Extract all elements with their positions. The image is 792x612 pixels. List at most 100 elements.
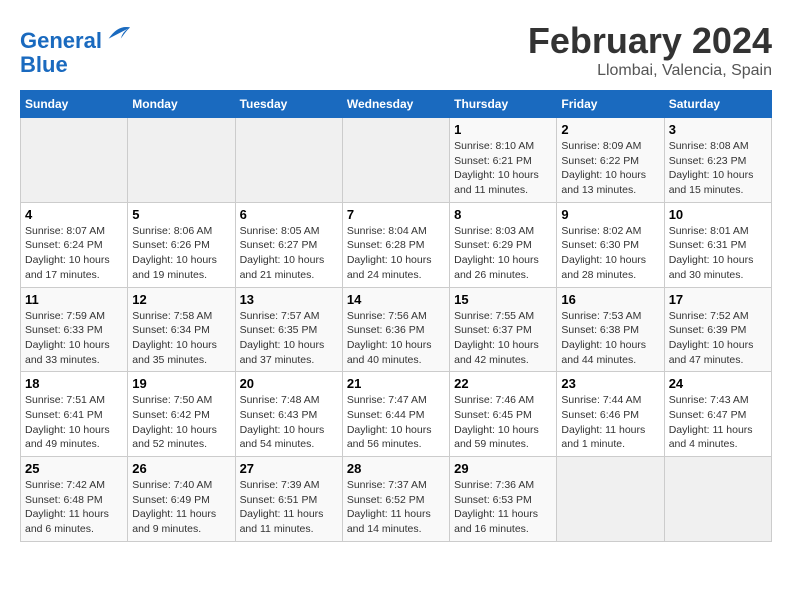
logo-bird-icon [104,20,132,48]
calendar-cell: 17 Sunrise: 7:52 AMSunset: 6:39 PMDayligh… [664,287,771,372]
day-info: Sunrise: 7:51 AMSunset: 6:41 PMDaylight:… [25,393,123,452]
day-number: 3 [669,122,767,137]
weekday-header: Thursday [450,91,557,118]
day-number: 10 [669,207,767,222]
day-info: Sunrise: 7:52 AMSunset: 6:39 PMDaylight:… [669,309,767,368]
day-number: 18 [25,376,123,391]
day-number: 15 [454,292,552,307]
calendar-body: 1 Sunrise: 8:10 AMSunset: 6:21 PMDaylight… [21,118,772,542]
calendar-cell: 1 Sunrise: 8:10 AMSunset: 6:21 PMDaylight… [450,118,557,203]
calendar-cell: 3 Sunrise: 8:08 AMSunset: 6:23 PMDaylight… [664,118,771,203]
day-info: Sunrise: 8:05 AMSunset: 6:27 PMDaylight:… [240,224,338,283]
day-number: 19 [132,376,230,391]
calendar-cell: 22Sunrise: 7:46 AMSunset: 6:45 PMDayligh… [450,372,557,457]
day-info: Sunrise: 8:10 AMSunset: 6:21 PMDaylight:… [454,139,552,198]
day-info: Sunrise: 7:48 AMSunset: 6:43 PMDaylight:… [240,393,338,452]
weekday-header: Saturday [664,91,771,118]
calendar-table: SundayMondayTuesdayWednesdayThursdayFrid… [20,90,772,542]
day-info: Sunrise: 7:47 AMSunset: 6:44 PMDaylight:… [347,393,445,452]
day-number: 6 [240,207,338,222]
weekday-header: Friday [557,91,664,118]
calendar-cell [664,457,771,542]
calendar-week-row: 4 Sunrise: 8:07 AMSunset: 6:24 PMDaylight… [21,202,772,287]
calendar-header: SundayMondayTuesdayWednesdayThursdayFrid… [21,91,772,118]
weekday-header: Monday [128,91,235,118]
weekday-header: Tuesday [235,91,342,118]
logo-blue: Blue [20,52,68,77]
day-number: 22 [454,376,552,391]
day-number: 17 [669,292,767,307]
weekday-header: Wednesday [342,91,449,118]
day-number: 25 [25,461,123,476]
day-number: 26 [132,461,230,476]
calendar-week-row: 1 Sunrise: 8:10 AMSunset: 6:21 PMDaylight… [21,118,772,203]
day-number: 29 [454,461,552,476]
day-info: Sunrise: 7:56 AMSunset: 6:36 PMDaylight:… [347,309,445,368]
day-info: Sunrise: 7:36 AMSunset: 6:53 PMDaylight:… [454,478,552,537]
day-info: Sunrise: 8:09 AMSunset: 6:22 PMDaylight:… [561,139,659,198]
calendar-cell: 10Sunrise: 8:01 AMSunset: 6:31 PMDayligh… [664,202,771,287]
day-info: Sunrise: 7:55 AMSunset: 6:37 PMDaylight:… [454,309,552,368]
day-info: Sunrise: 8:06 AMSunset: 6:26 PMDaylight:… [132,224,230,283]
calendar-cell: 7Sunrise: 8:04 AMSunset: 6:28 PMDaylight… [342,202,449,287]
logo-general: General [20,28,102,53]
day-number: 9 [561,207,659,222]
day-info: Sunrise: 8:07 AMSunset: 6:24 PMDaylight:… [25,224,123,283]
calendar-cell: 19 Sunrise: 7:50 AMSunset: 6:42 PMDayligh… [128,372,235,457]
calendar-cell: 21 Sunrise: 7:47 AMSunset: 6:44 PMDayligh… [342,372,449,457]
calendar-cell: 11Sunrise: 7:59 AMSunset: 6:33 PMDayligh… [21,287,128,372]
day-number: 7 [347,207,445,222]
calendar-cell: 12 Sunrise: 7:58 AMSunset: 6:34 PMDayligh… [128,287,235,372]
calendar-cell: 24 Sunrise: 7:43 AMSunset: 6:47 PMDayligh… [664,372,771,457]
calendar-week-row: 25 Sunrise: 7:42 AMSunset: 6:48 PMDayligh… [21,457,772,542]
calendar-cell: 15 Sunrise: 7:55 AMSunset: 6:37 PMDayligh… [450,287,557,372]
calendar-cell: 9 Sunrise: 8:02 AMSunset: 6:30 PMDaylight… [557,202,664,287]
main-title: February 2024 [528,20,772,62]
day-number: 23 [561,376,659,391]
day-info: Sunrise: 7:42 AMSunset: 6:48 PMDaylight:… [25,478,123,537]
day-info: Sunrise: 7:43 AMSunset: 6:47 PMDaylight:… [669,393,767,452]
calendar-cell: 27 Sunrise: 7:39 AMSunset: 6:51 PMDayligh… [235,457,342,542]
calendar-cell: 18 Sunrise: 7:51 AMSunset: 6:41 PMDayligh… [21,372,128,457]
calendar-cell: 4 Sunrise: 8:07 AMSunset: 6:24 PMDaylight… [21,202,128,287]
calendar-cell: 16 Sunrise: 7:53 AMSunset: 6:38 PMDayligh… [557,287,664,372]
day-info: Sunrise: 7:53 AMSunset: 6:38 PMDaylight:… [561,309,659,368]
calendar-week-row: 11Sunrise: 7:59 AMSunset: 6:33 PMDayligh… [21,287,772,372]
calendar-cell: 14 Sunrise: 7:56 AMSunset: 6:36 PMDayligh… [342,287,449,372]
logo-text: General Blue [20,20,132,77]
day-number: 12 [132,292,230,307]
day-info: Sunrise: 7:39 AMSunset: 6:51 PMDaylight:… [240,478,338,537]
day-number: 16 [561,292,659,307]
day-number: 21 [347,376,445,391]
day-info: Sunrise: 7:40 AMSunset: 6:49 PMDaylight:… [132,478,230,537]
calendar-cell: 8 Sunrise: 8:03 AMSunset: 6:29 PMDaylight… [450,202,557,287]
day-info: Sunrise: 7:44 AMSunset: 6:46 PMDaylight:… [561,393,659,452]
day-number: 5 [132,207,230,222]
day-number: 24 [669,376,767,391]
day-number: 4 [25,207,123,222]
day-number: 13 [240,292,338,307]
day-number: 14 [347,292,445,307]
calendar-cell: 5 Sunrise: 8:06 AMSunset: 6:26 PMDaylight… [128,202,235,287]
calendar-cell: 29 Sunrise: 7:36 AMSunset: 6:53 PMDayligh… [450,457,557,542]
calendar-cell: 25 Sunrise: 7:42 AMSunset: 6:48 PMDayligh… [21,457,128,542]
day-info: Sunrise: 8:02 AMSunset: 6:30 PMDaylight:… [561,224,659,283]
calendar-cell: 2 Sunrise: 8:09 AMSunset: 6:22 PMDaylight… [557,118,664,203]
day-number: 28 [347,461,445,476]
day-number: 27 [240,461,338,476]
day-number: 8 [454,207,552,222]
logo: General Blue [20,20,132,77]
day-number: 2 [561,122,659,137]
calendar-cell [557,457,664,542]
day-info: Sunrise: 7:58 AMSunset: 6:34 PMDaylight:… [132,309,230,368]
calendar-cell: 13Sunrise: 7:57 AMSunset: 6:35 PMDayligh… [235,287,342,372]
day-info: Sunrise: 7:50 AMSunset: 6:42 PMDaylight:… [132,393,230,452]
calendar-cell [21,118,128,203]
calendar-cell: 20Sunrise: 7:48 AMSunset: 6:43 PMDayligh… [235,372,342,457]
day-number: 1 [454,122,552,137]
calendar-cell: 26 Sunrise: 7:40 AMSunset: 6:49 PMDayligh… [128,457,235,542]
day-info: Sunrise: 7:59 AMSunset: 6:33 PMDaylight:… [25,309,123,368]
calendar-cell: 23 Sunrise: 7:44 AMSunset: 6:46 PMDayligh… [557,372,664,457]
day-info: Sunrise: 8:08 AMSunset: 6:23 PMDaylight:… [669,139,767,198]
day-info: Sunrise: 8:03 AMSunset: 6:29 PMDaylight:… [454,224,552,283]
